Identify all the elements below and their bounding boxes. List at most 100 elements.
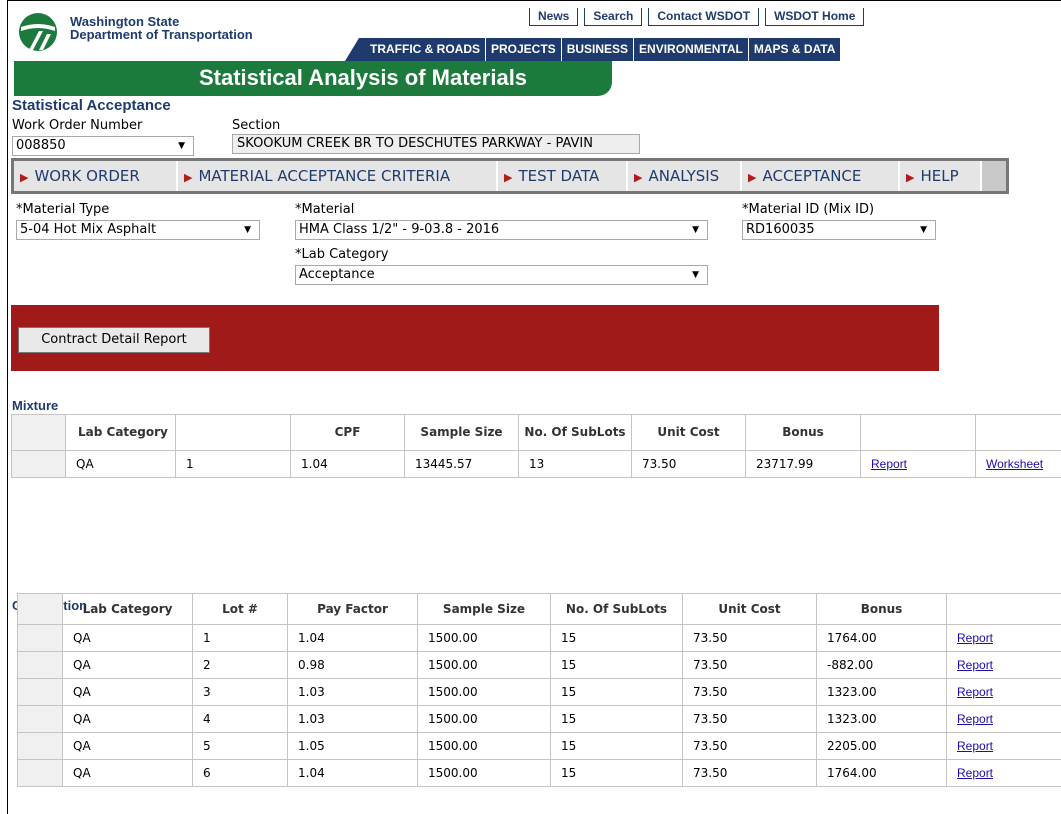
material-label: *Material bbox=[295, 202, 355, 217]
col-sample-size[interactable]: Sample Size bbox=[417, 593, 551, 625]
compaction-header-row: Lab Category Lot # Pay Factor Sample Siz… bbox=[17, 593, 1061, 625]
cell-pay-factor: 1.03 bbox=[287, 705, 418, 733]
col-lot-number[interactable]: Lot # bbox=[192, 593, 288, 625]
cell-lab-category: QA bbox=[62, 624, 193, 652]
material-type-label: *Material Type bbox=[16, 202, 110, 217]
cell-sublots: 15 bbox=[550, 678, 683, 706]
table-row[interactable]: QA 4 1.03 1500.00 15 73.50 1323.00 Report bbox=[17, 705, 1061, 733]
lab-category-value: Acceptance bbox=[299, 267, 375, 282]
lab-category-label: *Lab Category bbox=[295, 247, 389, 262]
col-lot[interactable] bbox=[175, 414, 291, 451]
report-link[interactable]: Report bbox=[957, 658, 993, 672]
cell-sublots: 13 bbox=[518, 450, 632, 478]
banner-title: Statistical Analysis of Materials bbox=[198, 65, 528, 90]
chevron-down-icon: ▼ bbox=[692, 270, 699, 280]
material-id-select[interactable]: RD160035 ▼ bbox=[742, 220, 936, 240]
agency-name[interactable]: Washington State Department of Transport… bbox=[70, 15, 253, 41]
cell-pay-factor: 1.04 bbox=[287, 624, 418, 652]
row-selector[interactable] bbox=[17, 732, 63, 760]
tab-material-acceptance-criteria[interactable]: ▶ MATERIAL ACCEPTANCE CRITERIA bbox=[178, 161, 498, 191]
material-type-value: 5-04 Hot Mix Asphalt bbox=[20, 222, 157, 237]
tab-help[interactable]: ▶ HELP bbox=[900, 161, 982, 191]
col-worksheet bbox=[975, 414, 1061, 451]
table-row[interactable]: QA 1 1.04 1500.00 15 73.50 1764.00 Report bbox=[17, 624, 1061, 652]
wsdot-logo-icon[interactable] bbox=[14, 12, 62, 56]
col-lab-category[interactable]: Lab Category bbox=[65, 414, 176, 451]
section-field[interactable]: SKOOKUM CREEK BR TO DESCHUTES PARKWAY - … bbox=[232, 134, 640, 154]
col-lab-category[interactable]: Lab Category bbox=[62, 593, 193, 625]
contact-wsdot-link[interactable]: Contact WSDOT bbox=[648, 8, 760, 26]
nav-projects[interactable]: PROJECTS bbox=[486, 38, 562, 61]
chevron-down-icon: ▼ bbox=[920, 225, 927, 235]
search-link[interactable]: Search bbox=[584, 8, 643, 26]
nav-traffic-roads[interactable]: TRAFFIC & ROADS bbox=[365, 38, 486, 61]
table-row[interactable]: QA 3 1.03 1500.00 15 73.50 1323.00 Report bbox=[17, 678, 1061, 706]
row-selector[interactable] bbox=[17, 651, 63, 679]
page-title: Statistical Acceptance bbox=[12, 97, 171, 114]
chevron-down-icon: ▼ bbox=[244, 225, 251, 235]
cell-sample-size: 1500.00 bbox=[417, 624, 551, 652]
cell-pay-factor: 1.05 bbox=[287, 732, 418, 760]
cell-bonus: 2205.00 bbox=[816, 732, 947, 760]
report-link[interactable]: Report bbox=[957, 631, 993, 645]
row-selector[interactable] bbox=[11, 450, 66, 478]
col-bonus[interactable]: Bonus bbox=[816, 593, 947, 625]
chevron-down-icon: ▼ bbox=[178, 141, 185, 151]
cell-bonus: 1764.00 bbox=[816, 759, 947, 787]
cell-lot-number: 5 bbox=[192, 732, 288, 760]
wsdot-home-link[interactable]: WSDOT Home bbox=[765, 8, 865, 26]
col-sample-size[interactable]: Sample Size bbox=[404, 414, 519, 451]
cell-sample-size: 1500.00 bbox=[417, 678, 551, 706]
report-link[interactable]: Report bbox=[957, 739, 993, 753]
tab-acceptance[interactable]: ▶ ACCEPTANCE bbox=[742, 161, 900, 191]
cell-unit-cost: 73.50 bbox=[682, 624, 817, 652]
col-cpf[interactable]: CPF bbox=[290, 414, 405, 451]
cell-sample-size: 1500.00 bbox=[417, 732, 551, 760]
contract-detail-report-button[interactable]: Contract Detail Report bbox=[18, 327, 210, 353]
nav-environmental[interactable]: ENVIRONMENTAL bbox=[634, 38, 749, 61]
tab-test-data[interactable]: ▶ TEST DATA bbox=[498, 161, 628, 191]
row-selector[interactable] bbox=[17, 678, 63, 706]
row-selector[interactable] bbox=[17, 705, 63, 733]
cell-lab-category: QA bbox=[62, 651, 193, 679]
nav-maps-data[interactable]: MAPS & DATA bbox=[749, 38, 841, 61]
cell-sample-size: 1500.00 bbox=[417, 705, 551, 733]
chevron-down-icon: ▼ bbox=[692, 225, 699, 235]
worksheet-link[interactable]: Worksheet bbox=[986, 457, 1043, 471]
col-report bbox=[946, 593, 1061, 625]
cell-lot-number: 4 bbox=[192, 705, 288, 733]
cell-bonus: 1764.00 bbox=[816, 624, 947, 652]
table-row[interactable]: QA 5 1.05 1500.00 15 73.50 2205.00 Report bbox=[17, 732, 1061, 760]
report-link[interactable]: Report bbox=[957, 685, 993, 699]
col-unit-cost[interactable]: Unit Cost bbox=[631, 414, 746, 451]
row-selector[interactable] bbox=[17, 624, 63, 652]
cell-sublots: 15 bbox=[550, 705, 683, 733]
cell-sample-size: 1500.00 bbox=[417, 651, 551, 679]
report-link[interactable]: Report bbox=[871, 457, 907, 471]
material-id-value: RD160035 bbox=[746, 222, 815, 237]
col-unit-cost[interactable]: Unit Cost bbox=[682, 593, 817, 625]
cell-lot-number: 1 bbox=[192, 624, 288, 652]
cell-unit-cost: 73.50 bbox=[631, 450, 746, 478]
col-bonus[interactable]: Bonus bbox=[745, 414, 861, 451]
table-row[interactable]: QA 2 0.98 1500.00 15 73.50 -882.00 Report bbox=[17, 651, 1061, 679]
tab-analysis[interactable]: ▶ ANALYSIS bbox=[628, 161, 742, 191]
news-link[interactable]: News bbox=[529, 8, 579, 26]
compaction-table: Lab Category Lot # Pay Factor Sample Siz… bbox=[17, 593, 1061, 787]
col-no-of-sublots[interactable]: No. Of SubLots bbox=[550, 593, 683, 625]
table-row[interactable]: QA 6 1.04 1500.00 15 73.50 1764.00 Report bbox=[17, 759, 1061, 787]
row-selector[interactable] bbox=[17, 759, 63, 787]
material-type-select[interactable]: 5-04 Hot Mix Asphalt ▼ bbox=[16, 220, 260, 240]
lab-category-select[interactable]: Acceptance ▼ bbox=[295, 265, 708, 285]
col-pay-factor[interactable]: Pay Factor bbox=[287, 593, 418, 625]
tab-work-order[interactable]: ▶ WORK ORDER bbox=[14, 161, 178, 191]
col-no-of-sublots[interactable]: No. Of SubLots bbox=[518, 414, 632, 451]
nav-business[interactable]: BUSINESS bbox=[562, 38, 635, 61]
report-link[interactable]: Report bbox=[957, 766, 993, 780]
table-row[interactable]: QA 1 1.04 13445.57 13 73.50 23717.99 Rep… bbox=[11, 450, 1061, 478]
material-select[interactable]: HMA Class 1/2" - 9-03.8 - 2016 ▼ bbox=[295, 220, 708, 240]
work-order-select[interactable]: 008850 ▼ bbox=[12, 136, 194, 156]
report-link[interactable]: Report bbox=[957, 712, 993, 726]
cell-unit-cost: 73.50 bbox=[682, 759, 817, 787]
main-nav: TRAFFIC & ROADS PROJECTS BUSINESS ENVIRO… bbox=[345, 38, 841, 61]
